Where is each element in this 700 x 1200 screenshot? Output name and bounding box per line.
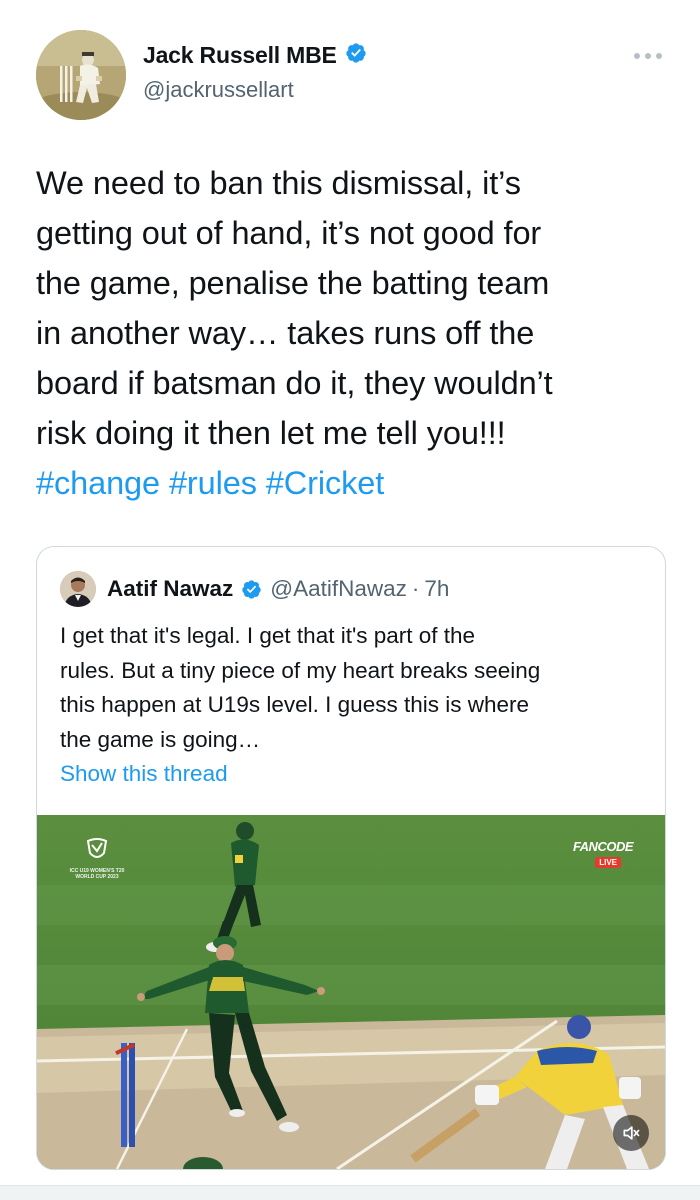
verified-badge-icon — [241, 579, 262, 600]
hashtag-rules[interactable]: #rules — [169, 465, 257, 501]
tweet-text-line: getting out of hand, it’s not good for — [36, 215, 542, 251]
watermark-text: ICC U19 WOMEN'S T20 WORLD CUP 2023 — [69, 868, 125, 880]
quoted-tweet-card[interactable]: Aatif Nawaz @AatifNawaz · 7h I get that it… — [36, 546, 666, 1170]
quoted-timestamp[interactable]: 7h — [424, 576, 449, 602]
quoted-text-line: the game is going… — [60, 726, 261, 752]
author-name[interactable]: Jack Russell MBE — [143, 42, 337, 69]
more-options-icon[interactable] — [634, 44, 662, 68]
tweet-text-line: board if batsman do it, they wouldn’t — [36, 365, 553, 401]
quoted-tweet-header: Aatif Nawaz @AatifNawaz · 7h — [60, 571, 449, 607]
quoted-tweet-text: I get that it's legal. I get that it's p… — [60, 619, 650, 757]
quoted-text-line: this happen at U19s level. I guess this … — [60, 692, 530, 717]
live-badge: LIVE — [595, 857, 621, 868]
tweet-text-line: in another way… takes runs off the — [36, 315, 535, 351]
tweet-text-line: risk doing it then let me tell you!!! — [36, 415, 506, 451]
verified-badge-icon — [345, 42, 367, 69]
cricket-video-frame — [37, 815, 665, 1169]
quoted-text-line: I get that it's legal. I get that it's p… — [60, 623, 476, 648]
author-name-row: Jack Russell MBE — [143, 42, 367, 69]
broadcaster-logo: FANCODE — [572, 839, 634, 854]
tweet-text: We need to ban this dismissal, it’s gett… — [36, 158, 666, 508]
tournament-logo-icon — [86, 838, 108, 858]
quoted-author-handle[interactable]: @AatifNawaz — [270, 576, 407, 602]
hashtag-line: #change #rules #Cricket — [36, 458, 666, 508]
author-handle[interactable]: @jackrussellart — [143, 77, 294, 103]
quoted-author-name[interactable]: Aatif Nawaz — [107, 576, 233, 602]
show-thread-link[interactable]: Show this thread — [60, 761, 228, 787]
speaker-muted-icon — [623, 1126, 640, 1140]
tweet-text-line: the game, penalise the batting team — [36, 265, 550, 301]
hashtag-cricket[interactable]: #Cricket — [266, 465, 385, 501]
quoted-author-avatar[interactable] — [60, 571, 96, 607]
tweet-text-line: We need to ban this dismissal, it’s — [36, 165, 521, 201]
tournament-watermark: ICC U19 WOMEN'S T20 WORLD CUP 2023 — [67, 833, 127, 880]
video-media[interactable]: ICC U19 WOMEN'S T20 WORLD CUP 2023 FANCO… — [37, 815, 665, 1169]
separator-dot: · — [411, 576, 420, 601]
author-avatar[interactable] — [36, 30, 126, 120]
quoted-text-line: rules. But a tiny piece of my heart brea… — [60, 657, 541, 683]
hashtag-change[interactable]: #change — [36, 465, 160, 501]
tweet-detail: Jack Russell MBE @jackrussellart We need… — [0, 0, 700, 1200]
mute-toggle-button[interactable] — [613, 1115, 649, 1151]
bottom-divider — [0, 1185, 700, 1200]
